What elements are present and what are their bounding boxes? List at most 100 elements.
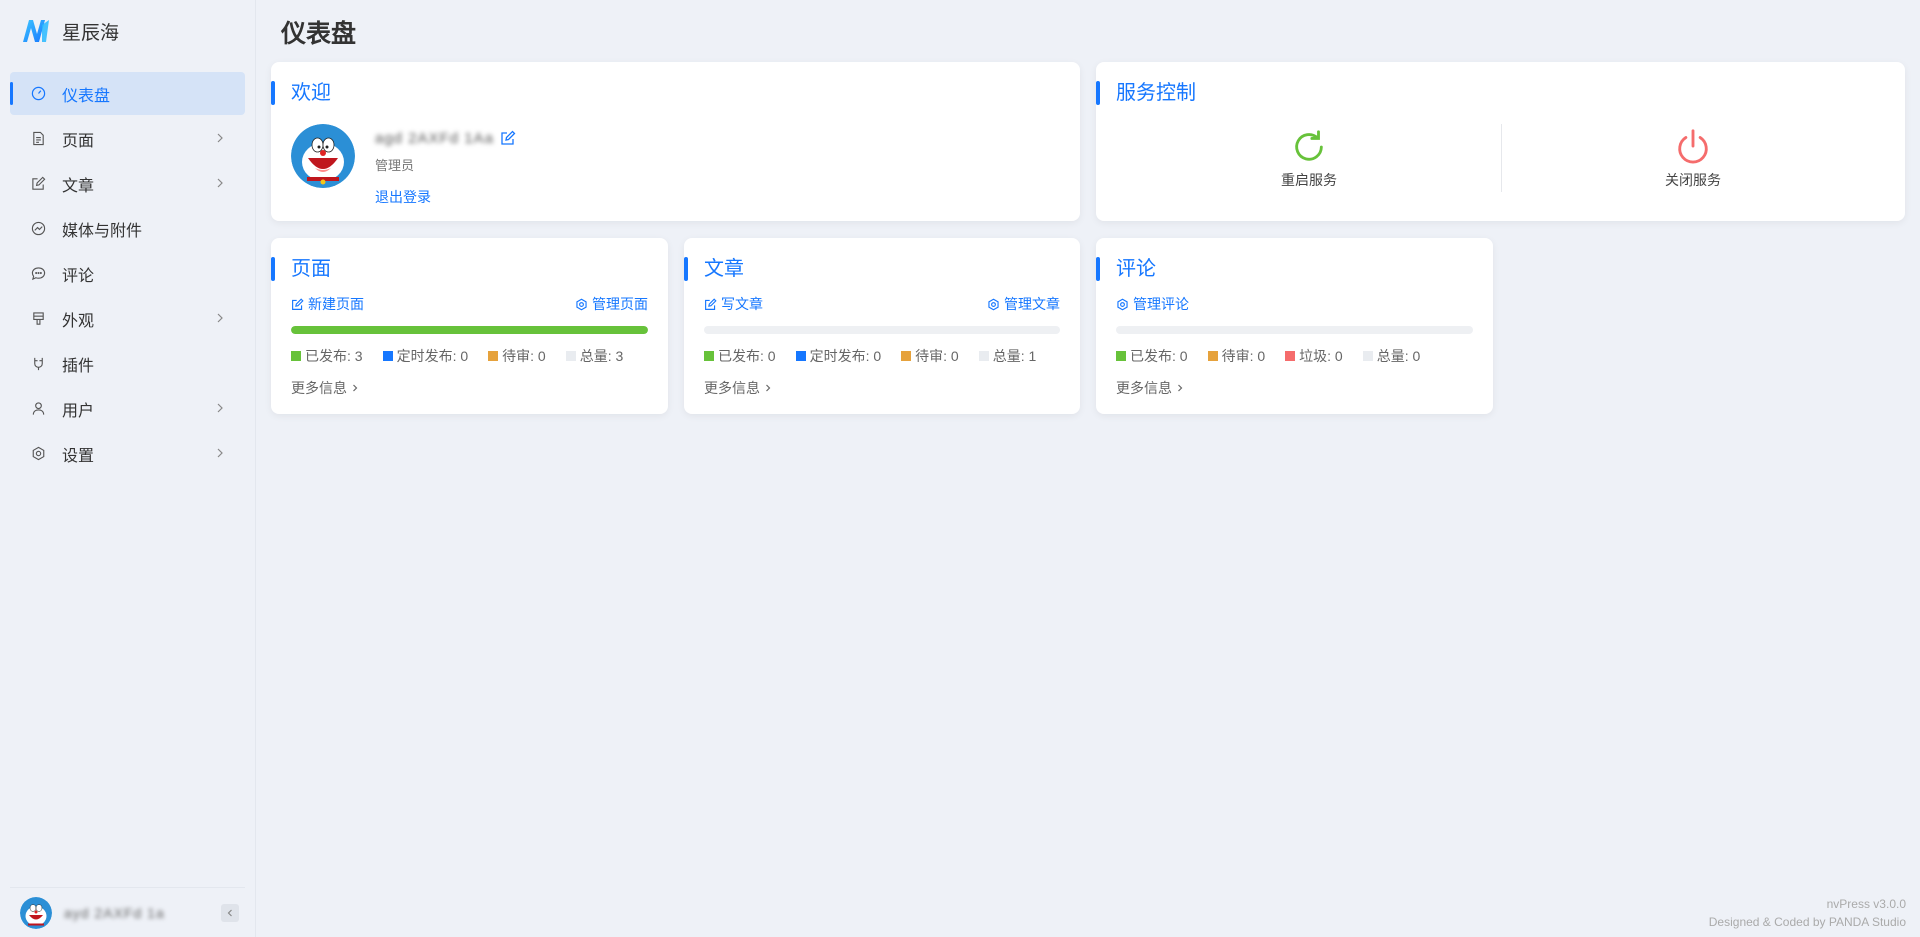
power-icon <box>1678 129 1708 164</box>
pages-legend: 已发布: 3 定时发布: 0 待审: 0 总量: 3 <box>291 346 643 366</box>
legend-label: 已发布: 0 <box>1130 348 1188 364</box>
appearance-icon <box>30 311 46 327</box>
legend-pending: 待审: 0 <box>1207 346 1266 366</box>
plugin-icon <box>30 356 46 372</box>
sidebar-item-media[interactable]: 媒体与附件 <box>10 207 245 250</box>
card-title: 评论 <box>1096 256 1156 282</box>
new-page-link[interactable]: 新建页面 <box>291 294 364 314</box>
comments-links: 管理评论 <box>1116 294 1473 312</box>
version-label: nvPress v3.0.0 <box>1826 897 1906 911</box>
comment-icon <box>30 266 46 282</box>
edit-icon[interactable] <box>500 130 516 146</box>
legend-pending: 待审: 0 <box>901 346 959 366</box>
legend-label: 总量: 0 <box>1376 348 1421 364</box>
user-role: 管理员 <box>375 158 415 173</box>
pages-card: 页面 新建页面 管理页面 已发布: 3 定时发布: 0 待审: 0 总量: 3 … <box>271 238 668 414</box>
chevron-left-icon <box>227 909 232 917</box>
legend-label: 待审: 0 <box>915 348 959 364</box>
sidebar-item-label: 文章 <box>62 177 95 195</box>
more-info-label: 更多信息 <box>291 380 347 396</box>
sidebar-item-pages[interactable]: 页面 <box>10 117 245 160</box>
chevron-right-icon <box>217 133 223 143</box>
manage-comments-link[interactable]: 管理评论 <box>1116 294 1189 314</box>
more-info-link[interactable]: 更多信息 <box>704 378 773 398</box>
sidebar-item-label: 外观 <box>62 312 95 330</box>
page-title: 仪表盘 <box>281 20 357 48</box>
legend-label: 总量: 3 <box>579 348 624 364</box>
chevron-right-icon <box>217 448 223 458</box>
sidebar-item-settings[interactable]: 设置 <box>10 432 245 475</box>
legend-scheduled: 定时发布: 0 <box>795 346 881 366</box>
articles-progress-bar <box>704 326 1060 334</box>
edit-icon <box>292 297 304 310</box>
legend-label: 定时发布: 0 <box>396 348 469 364</box>
sidebar-username: ayd 2AXFd 1a <box>64 904 165 921</box>
sidebar-item-articles[interactable]: 文章 <box>10 162 245 205</box>
comments-legend: 已发布: 0 待审: 0 垃圾: 0 总量: 0 <box>1116 346 1440 366</box>
progress-fill <box>291 326 648 334</box>
nvpress-logo <box>23 20 49 42</box>
brand-name: 星辰海 <box>62 22 120 44</box>
restart-service-label: 重启服务 <box>1281 172 1337 188</box>
articles-links: 写文章 管理文章 <box>704 294 1060 312</box>
restart-service-button[interactable]: 重启服务 <box>1239 128 1379 190</box>
manage-articles-link[interactable]: 管理文章 <box>987 294 1060 314</box>
legend-label: 总量: 1 <box>992 348 1037 364</box>
sidebar-item-users[interactable]: 用户 <box>10 387 245 430</box>
legend-pending: 待审: 0 <box>488 346 546 366</box>
legend-swatch <box>704 351 714 361</box>
avatar <box>291 124 355 188</box>
sidebar-item-comments[interactable]: 评论 <box>10 252 245 295</box>
service-control-card: 服务控制 重启服务 关闭服务 <box>1096 62 1905 221</box>
collapse-sidebar-button[interactable] <box>221 904 239 922</box>
comments-progress-bar <box>1116 326 1473 334</box>
avatar[interactable] <box>20 896 52 929</box>
edit-icon <box>705 297 717 310</box>
sidebar-item-label: 仪表盘 <box>62 87 111 105</box>
sidebar-item-dashboard[interactable]: 仪表盘 <box>10 72 245 115</box>
sidebar-item-label: 用户 <box>62 402 95 420</box>
sidebar-item-label: 媒体与附件 <box>62 222 143 240</box>
restart-icon <box>1295 130 1323 161</box>
sidebar-item-plugins[interactable]: 插件 <box>10 342 245 385</box>
more-info-link[interactable]: 更多信息 <box>1116 378 1185 398</box>
legend-published: 已发布: 0 <box>704 346 776 366</box>
manage-comments-label: 管理评论 <box>1133 296 1189 312</box>
sidebar-user: ayd 2AXFd 1a <box>10 887 245 937</box>
more-info-link[interactable]: 更多信息 <box>291 378 360 398</box>
legend-swatch <box>795 351 806 361</box>
card-title: 页面 <box>271 256 331 282</box>
legend-label: 待审: 0 <box>502 348 546 364</box>
manage-pages-label: 管理页面 <box>592 296 648 312</box>
logout-link[interactable]: 退出登录 <box>375 187 431 207</box>
chevron-right-icon <box>217 178 223 188</box>
articles-card: 文章 写文章 管理文章 已发布: 0 定时发布: 0 待审: 0 总量: 1 更… <box>684 238 1080 414</box>
welcome-card: 欢迎 agd 2AXFd 1Aa 管理员 退出登录 <box>271 62 1080 221</box>
more-info-label: 更多信息 <box>1116 380 1172 396</box>
card-title: 服务控制 <box>1096 80 1196 106</box>
legend-scheduled: 定时发布: 0 <box>382 346 469 366</box>
comments-card: 评论 管理评论 已发布: 0 待审: 0 垃圾: 0 总量: 0 更多信息 <box>1096 238 1493 414</box>
settings-icon <box>988 298 999 310</box>
sidebar-item-label: 页面 <box>62 132 95 150</box>
legend-total: 总量: 0 <box>1362 346 1421 366</box>
shutdown-service-label: 关闭服务 <box>1665 172 1721 188</box>
media-icon <box>30 221 46 237</box>
article-icon <box>30 176 46 192</box>
sidebar-item-appearance[interactable]: 外观 <box>10 297 245 340</box>
chevron-right-icon <box>217 313 223 323</box>
card-title: 欢迎 <box>271 80 331 106</box>
legend-total: 总量: 1 <box>978 346 1037 366</box>
welcome-username: agd 2AXFd 1Aa <box>375 130 494 147</box>
write-article-link[interactable]: 写文章 <box>704 294 763 314</box>
brand[interactable]: 星辰海 <box>20 15 119 47</box>
pages-links: 新建页面 管理页面 <box>291 294 648 312</box>
shutdown-service-button[interactable]: 关闭服务 <box>1623 128 1763 190</box>
credit-label: Designed & Coded by PANDA Studio <box>1708 915 1906 929</box>
manage-pages-link[interactable]: 管理页面 <box>575 294 648 314</box>
more-info-label: 更多信息 <box>704 380 760 396</box>
user-icon <box>30 401 46 417</box>
legend-swatch <box>1362 351 1373 361</box>
new-page-label: 新建页面 <box>308 296 364 312</box>
legend-label: 待审: 0 <box>1221 348 1266 364</box>
